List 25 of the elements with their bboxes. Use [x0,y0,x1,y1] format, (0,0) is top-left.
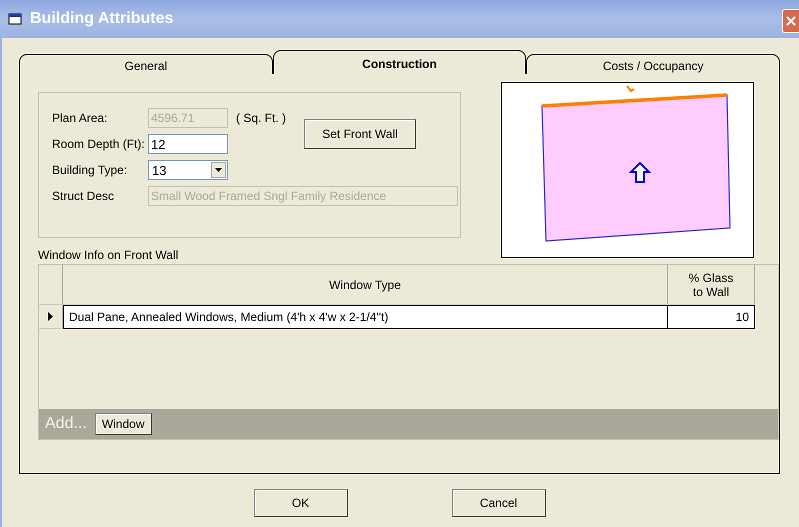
caret-icon [215,168,222,172]
field-label: Struct Desc [52,189,116,203]
tab[interactable]: Construction [272,50,526,74]
section-title: Window Info on Front Wall [38,248,180,264]
dialog-button[interactable]: Cancel [452,489,546,517]
field-label: Building Type: [52,163,128,177]
set-front-wall-button[interactable]: Set Front Wall [304,119,416,149]
dialog-button[interactable]: OK [254,489,348,517]
table-cell: Dual Pane, Annealed Windows, Medium (4'h x 4'w x 2-1/4''t) [63,305,668,329]
field-label: Room Depth (Ft): [52,137,146,151]
current-row-icon [48,312,53,321]
header-corner [39,265,63,305]
tab[interactable]: Costs / Occupancy [526,54,780,74]
window-title: Building Attributes [30,10,174,28]
tab[interactable]: General [19,54,273,74]
room-depth-field[interactable]: 12 [148,134,228,154]
building-type-dropdown[interactable]: 13 [148,160,228,180]
unit-label: ( Sq. Ft. ) [236,111,286,125]
add-window-button[interactable]: Window [94,413,152,435]
close-button[interactable] [782,9,799,33]
window-icon [8,13,22,25]
close-icon [786,16,796,26]
table-cell: 10 [668,305,755,329]
add-label: Add... [45,415,87,433]
field-label: Plan Area: [52,111,108,125]
